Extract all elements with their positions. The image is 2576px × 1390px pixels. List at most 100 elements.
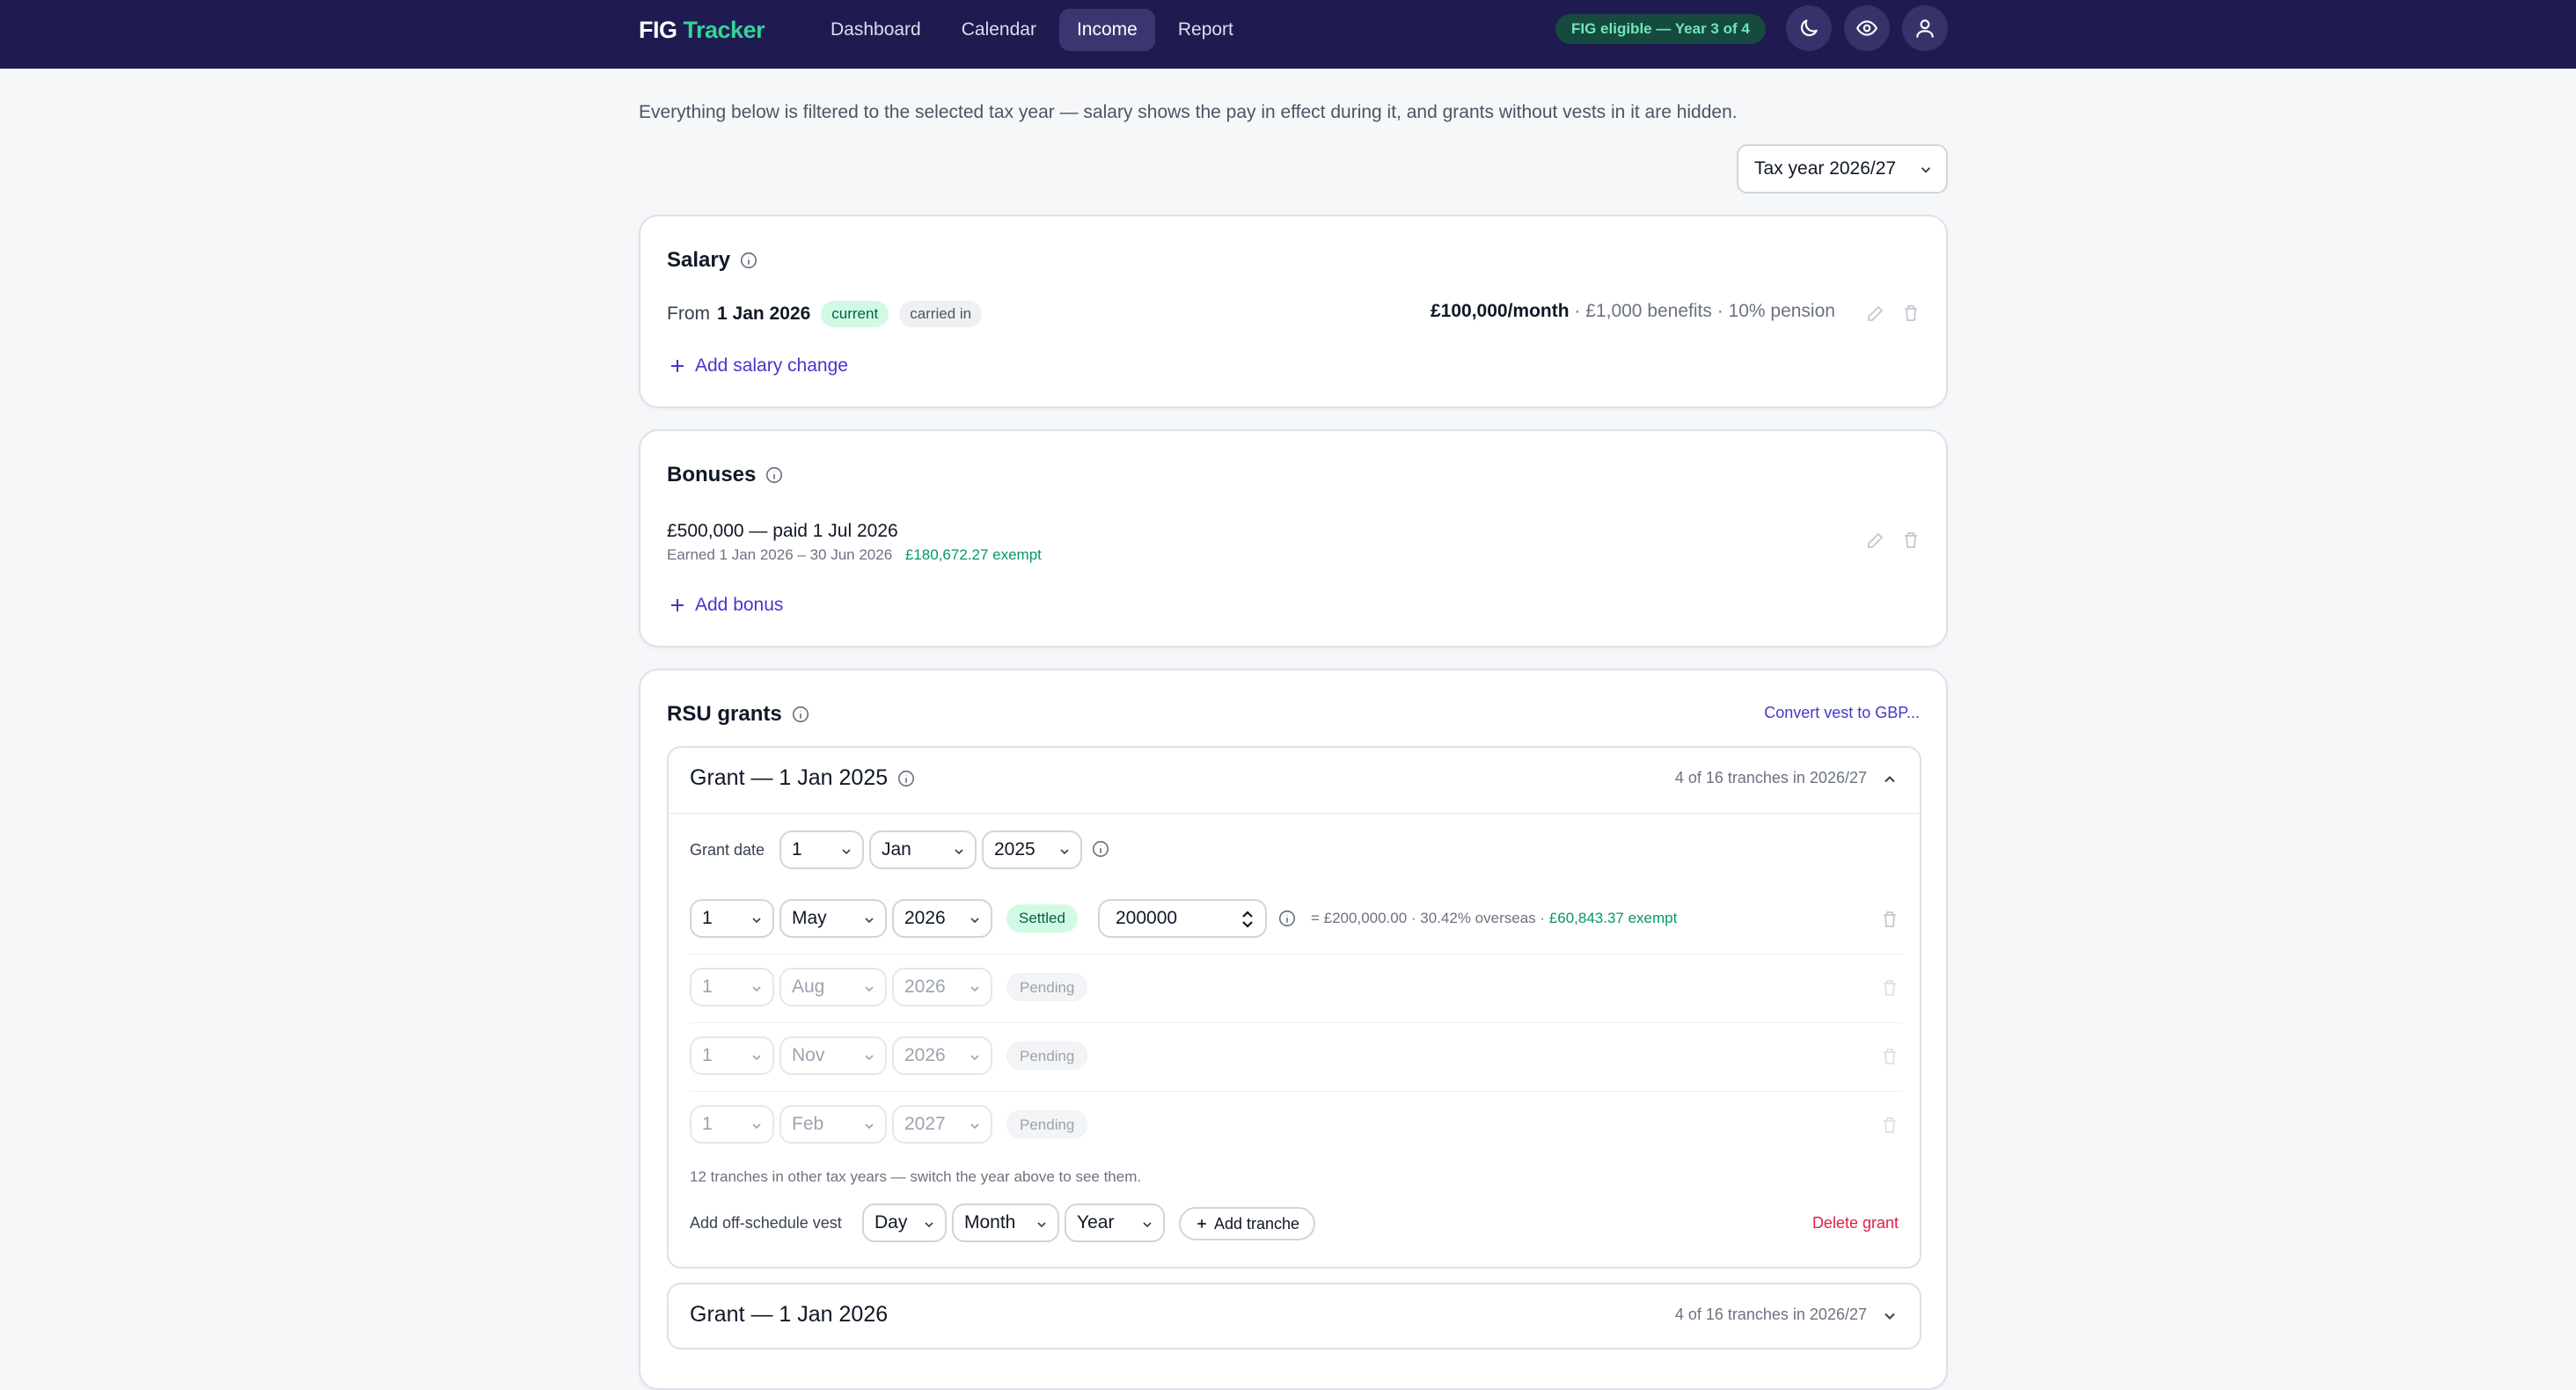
tranche-calculation: = £200,000.00 · 30.42% overseas · £60,84…	[1311, 910, 1677, 927]
tranche-day-select[interactable]: 1	[690, 1036, 774, 1075]
trash-icon[interactable]	[1879, 977, 1900, 999]
tranche-quantity-input[interactable]: 200000	[1098, 899, 1267, 938]
tranche-month-select[interactable]: Aug	[779, 968, 887, 1006]
tranche-year-select[interactable]: 2026	[892, 1036, 992, 1075]
logo-text: FIG	[639, 17, 677, 43]
salary-from-date: 1 Jan 2026	[717, 304, 811, 324]
tranche-year-value: 2026	[904, 908, 946, 928]
edit-icon[interactable]	[1865, 303, 1886, 324]
chevron-down-icon	[752, 918, 761, 924]
nav-report[interactable]: Report	[1160, 9, 1251, 51]
nav-calendar[interactable]: Calendar	[944, 9, 1054, 51]
tranche-month-select[interactable]: May	[779, 899, 887, 938]
salary-title: Salary	[667, 248, 731, 272]
row-divider	[690, 954, 1902, 955]
tranche-day-select[interactable]: 1	[690, 968, 774, 1006]
plus-icon	[671, 360, 684, 372]
tranche-year-select[interactable]: 2027	[892, 1105, 992, 1144]
add-salary-change-label: Add salary change	[695, 355, 848, 376]
trash-icon[interactable]	[1879, 909, 1900, 930]
bonus-title: £500,000 — paid 1 Jul 2026	[667, 521, 898, 541]
privacy-toggle-button[interactable]	[1844, 5, 1890, 51]
bonus-earned-period: Earned 1 Jan 2026 – 30 Jun 2026	[667, 546, 893, 563]
tranche-day-value: 1	[702, 1045, 713, 1065]
off-schedule-month-select[interactable]: Month	[952, 1203, 1059, 1242]
chevron-down-icon	[955, 849, 963, 855]
chevron-down-icon	[1037, 1222, 1046, 1228]
salary-period: From 1 Jan 2026 current carried in	[667, 301, 983, 327]
tranche-day-select[interactable]: 1	[690, 899, 774, 938]
bonuses-title: Bonuses	[667, 463, 757, 486]
tax-year-select[interactable]: Tax year 2026/27	[1737, 144, 1948, 194]
add-bonus-link[interactable]: Add bonus	[667, 595, 783, 616]
trash-icon[interactable]	[1879, 1115, 1900, 1136]
plus-icon	[671, 599, 684, 611]
info-icon[interactable]	[739, 251, 758, 270]
info-icon[interactable]	[1091, 839, 1110, 859]
bonuses-heading: Bonuses	[667, 463, 784, 487]
chevron-down-icon	[752, 1055, 761, 1061]
top-nav: FIG Tracker Dashboard Calendar Income Re…	[0, 0, 2576, 69]
grant-day-select[interactable]: 1	[779, 830, 864, 869]
trash-icon[interactable]	[1900, 303, 1921, 324]
delete-grant-button[interactable]: Delete grant	[1812, 1214, 1899, 1233]
add-tranche-button[interactable]: Add tranche	[1179, 1207, 1316, 1240]
nav-income[interactable]: Income	[1058, 9, 1155, 51]
grant-tranche-count: 4 of 16 tranches in 2026/27	[1674, 1306, 1867, 1323]
rsu-title: RSU grants	[667, 702, 782, 726]
tranche-day-value: 1	[702, 1114, 713, 1134]
grant-header[interactable]: Grant — 1 Jan 2025	[690, 765, 916, 791]
theme-toggle-button[interactable]	[1786, 5, 1832, 51]
tranche-month-select[interactable]: Feb	[779, 1105, 887, 1144]
eye-icon	[1856, 20, 1877, 36]
nav-dashboard[interactable]: Dashboard	[813, 9, 939, 51]
grant-date-label: Grant date	[690, 841, 765, 859]
salary-from-label: From	[667, 304, 710, 324]
current-badge: current	[821, 301, 889, 327]
chevron-down-icon	[925, 1222, 933, 1228]
off-schedule-day-select[interactable]: Day	[862, 1203, 947, 1242]
chevron-down-icon	[865, 1055, 874, 1061]
edit-icon[interactable]	[1865, 530, 1886, 551]
chevron-down-icon[interactable]	[1881, 1307, 1899, 1325]
off-schedule-label: Add off-schedule vest	[690, 1214, 842, 1232]
tranche-month-value: Feb	[792, 1114, 824, 1134]
chevron-up-icon[interactable]	[1881, 771, 1899, 788]
status-badge-pending: Pending	[1006, 1042, 1088, 1070]
grant-year-select[interactable]: 2025	[982, 830, 1082, 869]
grant-header-divider	[669, 813, 1920, 814]
user-icon	[1916, 19, 1934, 38]
grant-month-select[interactable]: Jan	[869, 830, 977, 869]
grant-title: Grant — 1 Jan 2026	[690, 1302, 889, 1327]
tranche-day-select[interactable]: 1	[690, 1105, 774, 1144]
moon-icon	[1800, 19, 1818, 37]
tranche-day-value: 1	[702, 908, 713, 928]
status-badge-settled: Settled	[1006, 904, 1078, 933]
convert-vest-link[interactable]: Convert vest to GBP...	[1764, 704, 1920, 722]
add-bonus-label: Add bonus	[695, 595, 784, 615]
chevron-down-icon	[1921, 167, 1931, 173]
grant-title: Grant — 1 Jan 2025	[690, 765, 889, 790]
info-icon[interactable]	[1277, 909, 1297, 928]
info-icon[interactable]	[791, 705, 810, 724]
chevron-down-icon	[970, 986, 979, 992]
tranche-year-value: 2026	[904, 977, 946, 997]
info-icon[interactable]	[896, 769, 916, 788]
stepper-icon[interactable]	[1240, 910, 1255, 929]
app-logo[interactable]: FIG Tracker	[639, 15, 765, 45]
fig-eligibility-badge: FIG eligible — Year 3 of 4	[1555, 14, 1766, 44]
bonus-exempt-amount: £180,672.27 exempt	[904, 546, 1042, 563]
tranche-month-select[interactable]: Nov	[779, 1036, 887, 1075]
trash-icon[interactable]	[1900, 530, 1921, 551]
tranche-year-select[interactable]: 2026	[892, 968, 992, 1006]
account-button[interactable]	[1902, 5, 1948, 51]
chevron-down-icon	[842, 849, 851, 855]
grant-card[interactable]: Grant — 1 Jan 2026 4 of 16 tranches in 2…	[667, 1283, 1921, 1350]
trash-icon[interactable]	[1879, 1046, 1900, 1067]
info-icon[interactable]	[765, 465, 784, 485]
grant-header[interactable]: Grant — 1 Jan 2026	[690, 1302, 888, 1328]
add-salary-change-link[interactable]: Add salary change	[667, 355, 848, 377]
rsu-grants-card: RSU grants Convert vest to GBP... Grant …	[639, 669, 1948, 1390]
tranche-year-select[interactable]: 2026	[892, 899, 992, 938]
off-schedule-year-select[interactable]: Year	[1065, 1203, 1165, 1242]
